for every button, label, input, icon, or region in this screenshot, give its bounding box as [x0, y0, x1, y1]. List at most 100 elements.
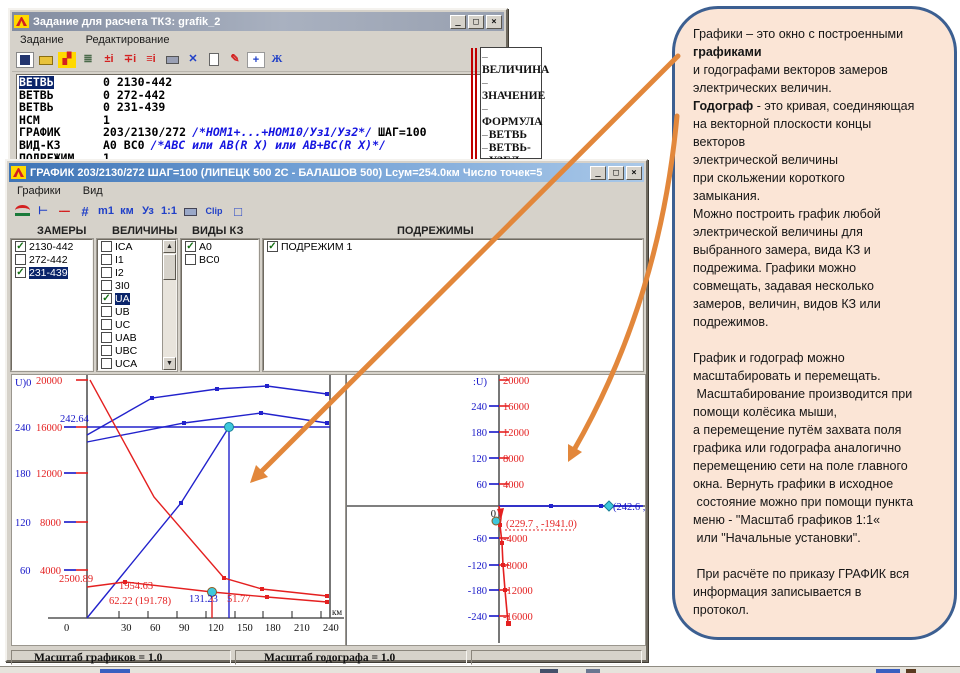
km-button[interactable]: км: [118, 204, 136, 220]
podrezhimy-list[interactable]: ПОДРЕЖИМ 1: [263, 239, 643, 371]
svg-text:120: 120: [471, 454, 487, 465]
checkbox[interactable]: [101, 267, 112, 278]
step-plus-icon[interactable]: ∓i: [121, 52, 139, 68]
vid-kz-item: BC0: [182, 253, 258, 266]
axis-icon[interactable]: ⊢: [34, 204, 52, 220]
checkbox[interactable]: [101, 254, 112, 265]
svg-text:242.64: 242.64: [60, 414, 90, 425]
svg-text:120: 120: [15, 518, 31, 529]
maximize-button[interactable]: □: [468, 15, 484, 29]
grid-icon[interactable]: #: [76, 204, 94, 220]
step-eq-icon[interactable]: ≡i: [142, 52, 160, 68]
curves-icon[interactable]: [13, 204, 31, 220]
new-page-icon[interactable]: [205, 52, 223, 68]
svg-text:2500.89: 2500.89: [59, 574, 93, 585]
minimize-button[interactable]: _: [450, 15, 466, 29]
scroll-down-icon[interactable]: ▼: [163, 357, 176, 370]
maximize-button[interactable]: □: [608, 166, 624, 180]
checkbox[interactable]: [101, 332, 112, 343]
graph-plot[interactable]: U)0 240 180 120 60 20000 16000 12000 800…: [11, 374, 346, 646]
taskbar-item[interactable]: [876, 669, 900, 673]
taskbar-item[interactable]: [906, 669, 916, 673]
clip-button[interactable]: Clip: [202, 204, 226, 220]
palette-item[interactable]: ЗНАЧЕНИЕ: [482, 77, 541, 103]
checkbox[interactable]: [15, 267, 26, 278]
checkbox[interactable]: [101, 306, 112, 317]
scroll-thumb[interactable]: [163, 254, 176, 280]
velichina-item: UA: [98, 292, 162, 305]
tree-icon[interactable]: ≣: [79, 52, 97, 68]
menu-redaktirovanie[interactable]: Редактирование: [86, 34, 170, 46]
palette-item[interactable]: ФОРМУЛА: [482, 103, 541, 129]
vidy-kz-list[interactable]: A0 BC0: [181, 239, 259, 371]
checkbox[interactable]: [101, 280, 112, 291]
close-button[interactable]: ×: [486, 15, 502, 29]
checkbox[interactable]: [101, 358, 112, 369]
command-row: ВЕТВЬ0 2130-442: [19, 76, 479, 89]
svg-text:240: 240: [15, 423, 31, 434]
m1-button[interactable]: m1: [97, 204, 115, 220]
velichiny-scrollbar[interactable]: ▲ ▼: [162, 240, 176, 370]
palette-item[interactable]: ВЕТВЬ-: [482, 142, 541, 155]
palette-item[interactable]: ВЕТВЬ: [482, 129, 541, 142]
uz-button[interactable]: Уз: [139, 204, 157, 220]
svg-text:(242.6 , -2: (242.6 , -2: [613, 502, 645, 513]
taskbar-item[interactable]: [586, 669, 600, 673]
checkbox[interactable]: [267, 241, 278, 252]
append-page-icon[interactable]: +: [247, 52, 265, 68]
scroll-up-icon[interactable]: ▲: [163, 240, 176, 253]
svg-text:4000: 4000: [503, 480, 524, 491]
checkbox[interactable]: [101, 241, 112, 252]
square-icon[interactable]: □: [229, 204, 247, 220]
svg-text:20000: 20000: [36, 376, 62, 387]
svg-text:-120: -120: [468, 561, 487, 572]
svg-text:150: 150: [237, 623, 253, 634]
save-icon[interactable]: [16, 52, 34, 68]
menu-vid[interactable]: Вид: [83, 185, 103, 197]
checkbox[interactable]: [15, 254, 26, 265]
menu-grafiki[interactable]: Графики: [17, 185, 61, 197]
close-button[interactable]: ×: [626, 166, 642, 180]
checkbox[interactable]: [101, 293, 112, 304]
taskbar-item[interactable]: [100, 669, 130, 673]
checkbox[interactable]: [15, 241, 26, 252]
task-window-titlebar[interactable]: Задание для расчета ТКЗ: grafik_2 _ □ ×: [12, 12, 504, 31]
checkbox[interactable]: [185, 241, 196, 252]
callout-text: Графики – это окно с построенными: [693, 27, 903, 41]
graph-statusbar: Масштаб графиков = 1.0 Масштаб годографа…: [11, 650, 642, 665]
graph-window-titlebar[interactable]: ГРАФИК 203/2130/272 ШАГ=100 (ЛИПЕЦК 500 …: [9, 163, 644, 182]
taskbar-item[interactable]: [540, 669, 558, 673]
godograph-axes: [347, 375, 645, 643]
checkbox[interactable]: [101, 319, 112, 330]
open-folder-icon[interactable]: [37, 52, 55, 68]
one-to-one-button[interactable]: 1:1: [160, 204, 178, 220]
logo-icon[interactable]: ▞: [58, 52, 76, 68]
label-velichiny: ВЕЛИЧИНЫ: [112, 225, 177, 237]
svg-text:16000: 16000: [36, 423, 62, 434]
palette-separator: [471, 48, 477, 159]
svg-text:8000: 8000: [503, 454, 524, 465]
godograph-plot[interactable]: :U) 240 180 120 60 0 -60 -120 -180 -240 …: [346, 374, 646, 646]
minimize-button[interactable]: _: [590, 166, 606, 180]
dashes-icon[interactable]: ----: [55, 204, 73, 220]
delete-icon[interactable]: ✕: [184, 52, 202, 68]
menu-zadanie[interactable]: Задание: [20, 34, 64, 46]
checkbox[interactable]: [185, 254, 196, 265]
svg-text:60: 60: [477, 480, 488, 491]
palette-item[interactable]: ВЕЛИЧИНА: [482, 51, 541, 77]
step-minus-icon[interactable]: ±i: [100, 52, 118, 68]
svg-text:240: 240: [323, 623, 339, 634]
zamery-list[interactable]: 2130-442 272-442 231-439: [11, 239, 93, 371]
edit-page-icon[interactable]: ✎: [226, 52, 244, 68]
zh-icon[interactable]: Ж: [268, 52, 286, 68]
checkbox[interactable]: [101, 345, 112, 356]
print-icon[interactable]: [181, 204, 199, 220]
callout-bold-grafikami: графиками: [693, 45, 762, 59]
taskbar-strip[interactable]: [0, 666, 960, 673]
command-editor[interactable]: ВЕТВЬ0 2130-442 ВЕТВЬ0 272-442 ВЕТВЬ0 23…: [16, 74, 482, 168]
svg-text:км: км: [332, 607, 342, 617]
print-icon[interactable]: [163, 52, 181, 68]
status-spacer: [471, 650, 642, 665]
velichiny-list[interactable]: ICA I1 I2 3I0 UA UB UC UAB UBC UCA U1 U2…: [97, 239, 177, 371]
svg-text:-240: -240: [468, 612, 487, 623]
